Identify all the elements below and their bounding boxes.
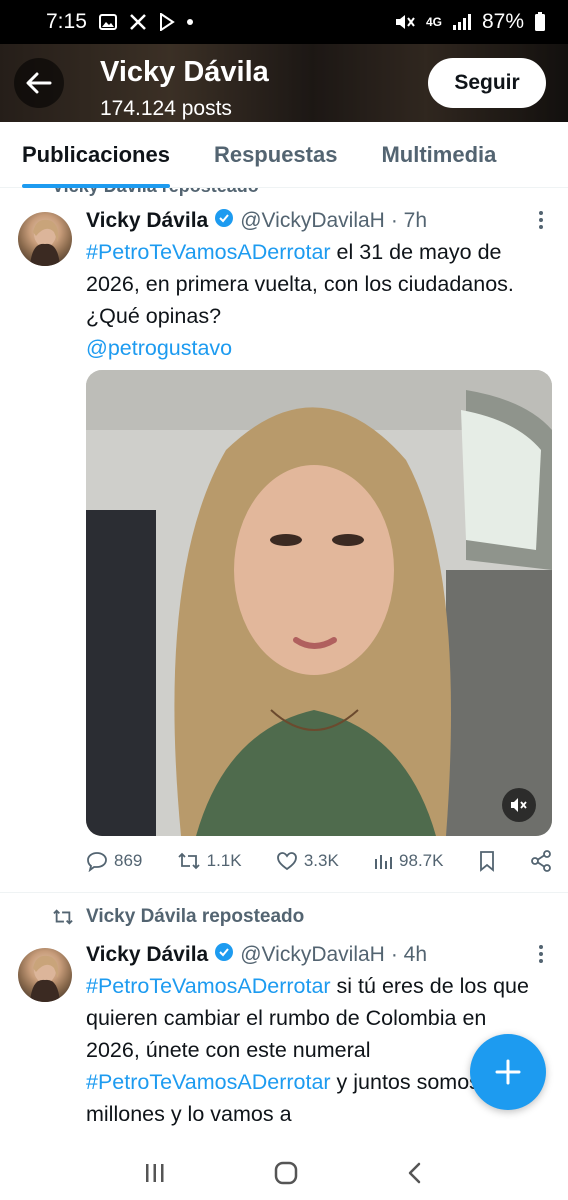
tweet-divider bbox=[0, 892, 568, 893]
posts-count: 174.124 posts bbox=[100, 97, 232, 120]
compose-button[interactable] bbox=[470, 1034, 546, 1110]
views-icon bbox=[375, 855, 393, 869]
volume-off-icon bbox=[511, 798, 527, 812]
back-button[interactable] bbox=[14, 58, 64, 108]
tab-multimedia[interactable]: Multimedia bbox=[381, 122, 496, 188]
profile-tabs: Publicaciones Respuestas Multimedia bbox=[0, 122, 568, 188]
avatar[interactable] bbox=[18, 212, 72, 266]
video-mute-button[interactable] bbox=[502, 788, 536, 822]
heart-icon bbox=[276, 852, 297, 871]
tweet-header: Vicky Dávila @VickyDavilaH · 4h bbox=[86, 942, 427, 968]
hashtag-link-2[interactable]: #PetroTeVamosADerrotar bbox=[86, 1070, 331, 1094]
play-store-icon bbox=[159, 13, 175, 31]
avatar[interactable] bbox=[18, 948, 72, 1002]
mute-icon bbox=[394, 13, 416, 31]
reply-button[interactable]: 869 bbox=[86, 850, 142, 872]
repost-count: 1.1K bbox=[206, 851, 242, 870]
repost-indicator: Vicky Dávila reposteado bbox=[52, 906, 304, 928]
gallery-icon bbox=[98, 14, 117, 30]
tweet-header: Vicky Dávila @VickyDavilaH · 7h bbox=[86, 208, 427, 234]
system-nav-bar bbox=[0, 1150, 568, 1200]
follow-button[interactable]: Seguir bbox=[428, 58, 546, 108]
bookmark-icon bbox=[479, 851, 494, 872]
notification-dot-icon bbox=[186, 19, 193, 25]
tweet-time: · 4h bbox=[390, 943, 428, 966]
share-icon bbox=[531, 850, 551, 872]
tab-respuestas[interactable]: Respuestas bbox=[214, 122, 338, 188]
status-bar: 7:15 4G 87% bbox=[0, 0, 568, 44]
recents-icon bbox=[146, 1163, 164, 1182]
home-button[interactable] bbox=[273, 1160, 299, 1191]
repost-label-cut: Vicky Dávila reposteado bbox=[52, 188, 259, 197]
feed: Vicky Dávila reposteado Vicky Dávila @Vi… bbox=[0, 188, 568, 1150]
hashtag-link[interactable]: #PetroTeVamosADerrotar bbox=[86, 240, 331, 264]
author-handle[interactable]: @VickyDavilaH bbox=[240, 209, 385, 233]
hashtag-link[interactable]: #PetroTeVamosADerrotar bbox=[86, 974, 331, 998]
video-frame bbox=[86, 370, 552, 836]
x-icon bbox=[129, 13, 147, 31]
author-name[interactable]: Vicky Dávila bbox=[86, 943, 208, 967]
more-options-icon[interactable] bbox=[538, 210, 544, 236]
tweet-video[interactable] bbox=[86, 370, 552, 836]
like-button[interactable]: 3.3K bbox=[276, 851, 339, 871]
tweet-time: · 7h bbox=[390, 209, 428, 232]
repost-button[interactable]: 1.1K bbox=[177, 850, 242, 872]
author-name[interactable]: Vicky Dávila bbox=[86, 209, 208, 233]
network-label: 4G bbox=[425, 15, 442, 29]
recent-apps-button[interactable] bbox=[143, 1162, 167, 1189]
reply-icon bbox=[87, 852, 107, 872]
views-count: 98.7K bbox=[399, 851, 444, 870]
signal-icon bbox=[452, 13, 472, 31]
like-count: 3.3K bbox=[303, 851, 339, 870]
more-options-icon[interactable] bbox=[538, 944, 544, 970]
verified-badge-icon bbox=[214, 942, 234, 968]
verified-badge-icon bbox=[214, 208, 234, 234]
profile-name: Vicky Dávila bbox=[100, 56, 269, 88]
back-nav-button[interactable] bbox=[405, 1161, 425, 1190]
share-button[interactable] bbox=[530, 850, 552, 872]
reply-count: 869 bbox=[114, 851, 143, 870]
chevron-left-icon bbox=[408, 1162, 421, 1183]
tab-publicaciones[interactable]: Publicaciones bbox=[22, 122, 170, 188]
arrow-left-icon bbox=[26, 72, 52, 94]
bookmark-button[interactable] bbox=[478, 850, 496, 872]
repost-icon bbox=[177, 852, 200, 870]
repost-label[interactable]: Vicky Dávila reposteado bbox=[86, 906, 304, 928]
home-icon bbox=[274, 1161, 298, 1184]
battery-percent: 87% bbox=[481, 10, 524, 33]
views-button[interactable]: 98.7K bbox=[373, 851, 443, 871]
battery-icon bbox=[534, 12, 546, 32]
tweet-actions: 869 1.1K 3.3K 98.7K bbox=[86, 850, 552, 872]
clock: 7:15 bbox=[46, 10, 87, 33]
mention-link[interactable]: @petrogustavo bbox=[86, 336, 232, 360]
profile-header: Vicky Dávila 174.124 posts Seguir bbox=[0, 44, 568, 122]
tweet-text: #PetroTeVamosADerrotar el 31 de mayo de … bbox=[86, 236, 546, 364]
repost-icon bbox=[53, 909, 73, 925]
plus-icon bbox=[495, 1059, 521, 1085]
author-handle[interactable]: @VickyDavilaH bbox=[240, 943, 385, 967]
